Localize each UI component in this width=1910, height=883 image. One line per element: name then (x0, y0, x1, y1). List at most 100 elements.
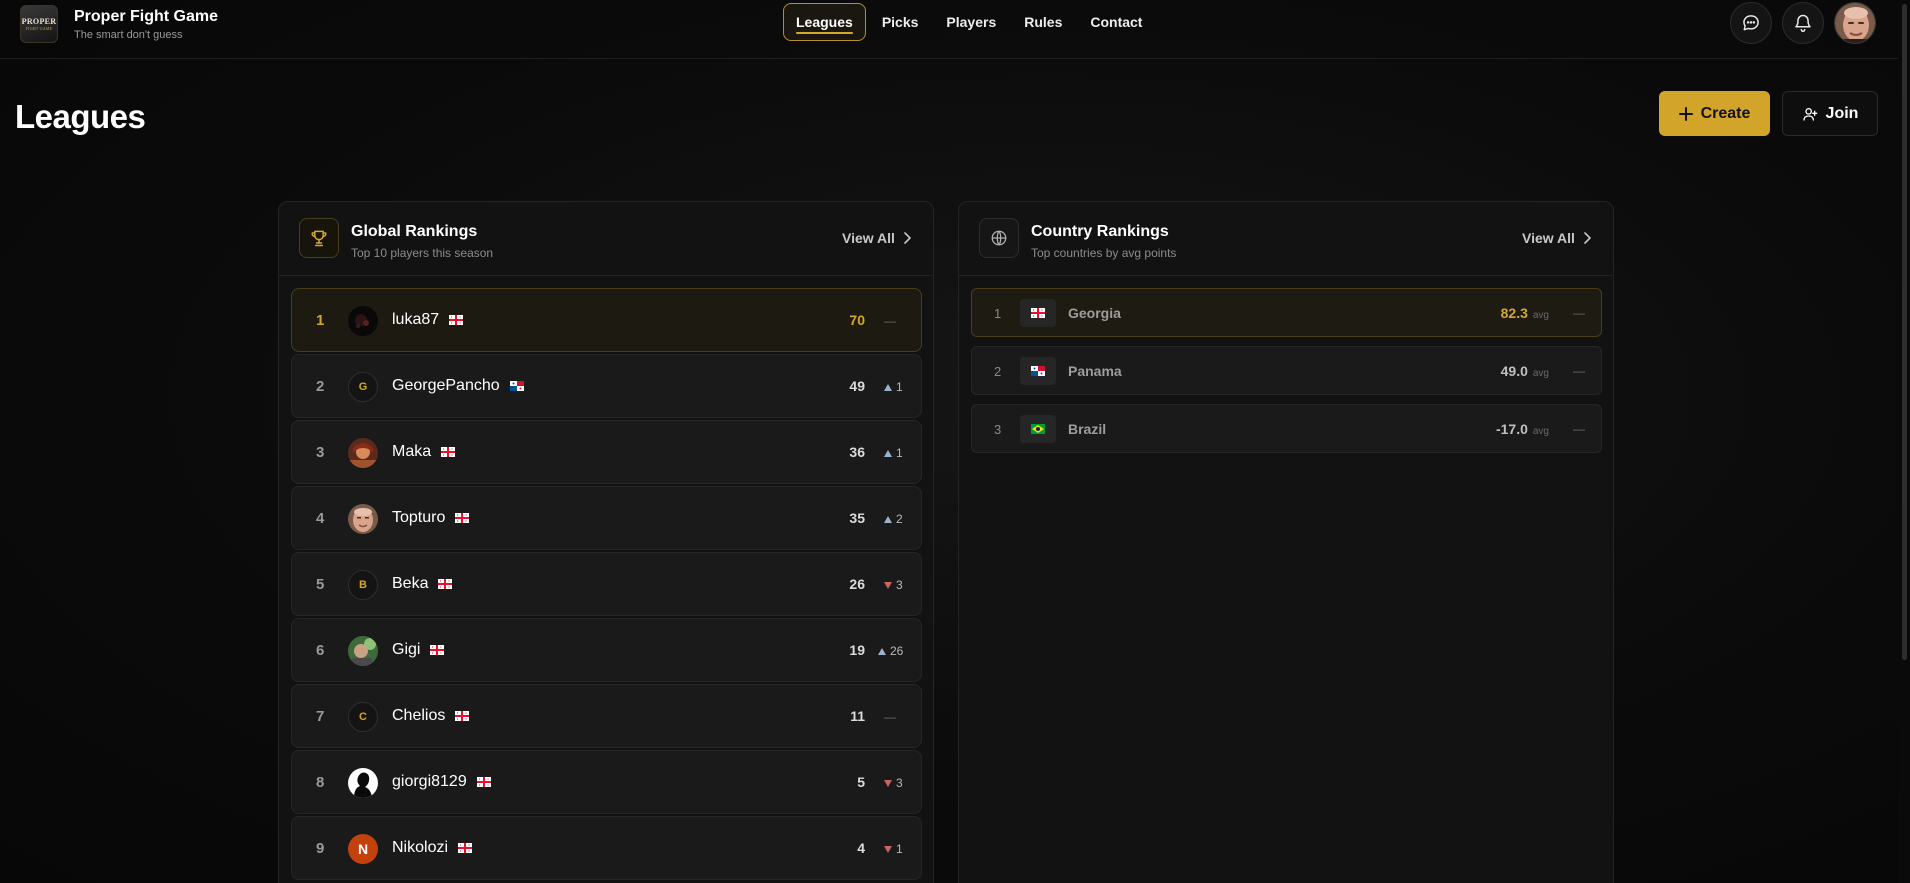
global-row[interactable]: 5 B Beka 26 3 (291, 552, 922, 616)
global-row[interactable]: 8 giorgi8129 5 3 (291, 750, 922, 814)
bell-icon (1795, 14, 1811, 33)
chevron-right-icon (1584, 232, 1591, 244)
view-all-label: View All (1522, 230, 1575, 246)
country-score: -17.0 avg (1496, 421, 1549, 437)
trophy-icon-box (299, 218, 339, 258)
player-points: 35 (849, 510, 865, 526)
country-row[interactable]: 1 Georgia 82.3 avg — (971, 288, 1602, 337)
trophy-icon (311, 230, 327, 247)
rank-change-value: 1 (896, 842, 903, 856)
brand-logo[interactable]: PROPER FIGHT GAME (20, 5, 58, 43)
georgia-flag-icon (458, 843, 473, 853)
player-name: Nikolozi (392, 839, 449, 856)
player-name: luka87 (392, 311, 440, 328)
arrow-up-icon (884, 383, 892, 391)
rank-number: 6 (316, 642, 325, 659)
player-name-wrap[interactable]: Topturo (392, 509, 470, 527)
player-avatar[interactable] (348, 504, 378, 534)
global-row[interactable]: 9 N Nikolozi 4 1 (291, 816, 922, 880)
arrow-down-icon (884, 581, 892, 589)
logo-text: PROPER (21, 17, 57, 26)
global-row[interactable]: 6 Gigi 19 26 (291, 618, 922, 682)
player-name-wrap[interactable]: GeorgePancho (392, 377, 524, 395)
chat-icon (1743, 15, 1759, 31)
nav-contact[interactable]: Contact (1078, 3, 1154, 41)
avg-label: avg (1532, 310, 1549, 321)
nav-picks[interactable]: Picks (870, 3, 931, 41)
player-avatar[interactable] (348, 306, 378, 336)
create-league-button[interactable]: Create (1659, 91, 1770, 136)
arrow-up-icon (878, 647, 886, 655)
player-name: Topturo (392, 509, 446, 526)
rank-number: 7 (316, 708, 325, 725)
player-points: 11 (850, 708, 865, 724)
user-photo-icon (1835, 3, 1875, 43)
rank-change: 1 (884, 380, 903, 394)
global-row[interactable]: 2 G GeorgePancho 49 1 (291, 354, 922, 418)
logo-subtext: FIGHT GAME (25, 26, 53, 31)
messages-button[interactable] (1730, 2, 1772, 44)
player-avatar[interactable]: C (348, 702, 378, 732)
join-league-button[interactable]: Join (1782, 91, 1878, 136)
georgia-flag-icon (449, 315, 464, 325)
main-nav: Leagues Picks Players Rules Contact (783, 3, 1158, 41)
player-avatar[interactable]: N (348, 834, 378, 864)
georgia-flag-icon (438, 579, 453, 589)
georgia-flag-icon (1031, 308, 1045, 318)
player-avatar[interactable] (348, 768, 378, 798)
chevron-right-icon (904, 232, 911, 244)
rank-change: 1 (884, 842, 903, 856)
brand[interactable]: PROPER FIGHT GAME Proper Fight Game The … (20, 5, 218, 43)
notifications-button[interactable] (1782, 2, 1824, 44)
avatar-photo-icon (348, 768, 378, 798)
player-avatar[interactable] (348, 438, 378, 468)
country-row[interactable]: 3 Brazil -17.0 avg — (971, 404, 1602, 453)
country-score-value: 49.0 (1500, 363, 1528, 379)
player-name-wrap[interactable]: giorgi8129 (392, 773, 491, 791)
player-avatar[interactable]: B (348, 570, 378, 600)
avatar-photo-icon (348, 636, 378, 666)
player-points: 36 (849, 444, 865, 460)
country-view-all-link[interactable]: View All (1522, 230, 1591, 246)
player-points: 4 (857, 840, 865, 856)
player-name: Beka (392, 575, 429, 592)
country-flag-box (1020, 357, 1056, 385)
user-avatar[interactable] (1834, 2, 1876, 44)
rank-number: 4 (316, 510, 325, 527)
player-name-wrap[interactable]: Beka (392, 575, 453, 593)
player-avatar[interactable]: G (348, 372, 378, 402)
rank-change: — (884, 314, 896, 328)
rank-number: 2 (316, 378, 325, 395)
player-name-wrap[interactable]: Nikolozi (392, 839, 473, 857)
global-row[interactable]: 7 C Chelios 11 — (291, 684, 922, 748)
view-all-label: View All (842, 230, 895, 246)
arrow-up-icon (884, 515, 892, 523)
country-row[interactable]: 2 Panama 49.0 avg — (971, 346, 1602, 395)
global-row[interactable]: 4 Topturo 35 2 (291, 486, 922, 550)
nav-leagues[interactable]: Leagues (783, 3, 866, 41)
georgia-flag-icon (430, 645, 445, 655)
global-row[interactable]: 3 Maka 36 1 (291, 420, 922, 484)
global-view-all-link[interactable]: View All (842, 230, 911, 246)
rank-change-value: — (884, 710, 896, 724)
player-name: Chelios (392, 707, 446, 724)
player-avatar[interactable] (348, 636, 378, 666)
rank-change-value: 3 (896, 776, 903, 790)
georgia-flag-icon (455, 711, 470, 721)
rank-number: 3 (316, 444, 325, 461)
global-rankings-header: Global Rankings Top 10 players this seas… (279, 202, 933, 276)
global-rankings-title: Global Rankings (351, 223, 478, 240)
player-name-wrap[interactable]: luka87 (392, 311, 464, 329)
nav-rules[interactable]: Rules (1012, 3, 1074, 41)
rank-number: 9 (316, 840, 325, 857)
country-flag-box (1020, 299, 1056, 327)
page-title: Leagues (15, 98, 146, 135)
global-row[interactable]: 1 luka87 70 — (291, 288, 922, 352)
player-name-wrap[interactable]: Chelios (392, 707, 470, 725)
country-rank: 2 (994, 364, 1002, 379)
country-rankings-title: Country Rankings (1031, 223, 1169, 240)
scrollbar-thumb[interactable] (1902, 4, 1907, 660)
nav-players[interactable]: Players (934, 3, 1008, 41)
player-name-wrap[interactable]: Maka (392, 443, 456, 461)
player-name-wrap[interactable]: Gigi (392, 641, 445, 659)
